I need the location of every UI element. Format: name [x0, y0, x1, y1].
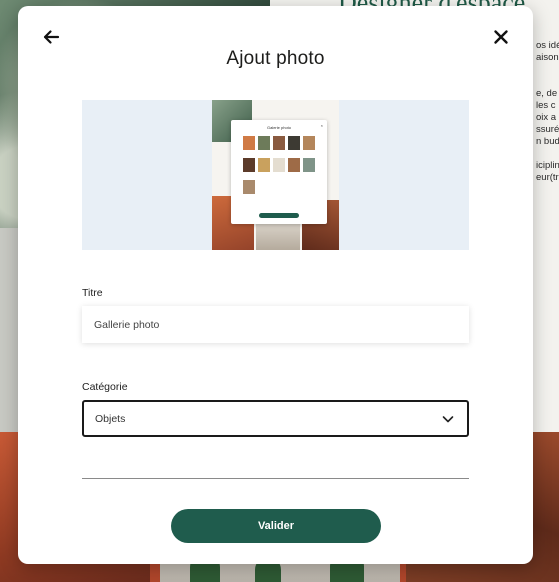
category-select[interactable]: Objets [82, 400, 469, 437]
background-text-line: os idé [536, 40, 559, 51]
modal-title: Ajout photo [226, 48, 325, 69]
background-text-line: iciplin [536, 160, 559, 171]
background-text-line: e, de [536, 88, 558, 99]
background-text-line: les c [536, 100, 556, 111]
preview-inner-button [259, 213, 299, 218]
submit-button[interactable]: Valider [171, 509, 381, 543]
category-selected-value: Objets [95, 413, 126, 425]
chevron-down-icon [442, 416, 454, 423]
preview-inner-title: Galerie photo [266, 125, 291, 130]
back-button[interactable] [40, 26, 62, 48]
preview-thumb [303, 158, 315, 172]
preview-thumb [288, 136, 300, 150]
preview-thumb [288, 158, 300, 172]
preview-inner-modal: Galerie photo × [231, 120, 327, 224]
preview-thumb [258, 136, 270, 150]
background-text-line: ssuré [536, 124, 559, 135]
background-text-line: n bud [536, 136, 559, 147]
add-photo-modal: Ajout photo Galerie photo × Titre Galler… [18, 6, 533, 564]
background-text-line: aison [536, 52, 559, 63]
preview-thumb [243, 136, 255, 150]
title-input[interactable] [82, 306, 469, 343]
category-label: Catégorie [82, 381, 128, 393]
close-button[interactable] [490, 26, 512, 48]
background-text-line: eur(tr [536, 172, 559, 183]
title-label: Titre [82, 287, 103, 299]
arrow-left-icon [43, 30, 60, 44]
background-text-line: oix a [536, 112, 557, 123]
preview-thumb [273, 136, 285, 150]
preview-thumb [273, 158, 285, 172]
preview-thumb [243, 158, 255, 172]
form-divider [82, 478, 469, 479]
preview-image: Galerie photo × [212, 100, 339, 250]
preview-inner-close: × [320, 123, 323, 128]
preview-thumb [243, 180, 255, 194]
close-icon [494, 30, 508, 44]
photo-preview: Galerie photo × [82, 100, 469, 250]
preview-thumb [303, 136, 315, 150]
preview-thumb [258, 158, 270, 172]
